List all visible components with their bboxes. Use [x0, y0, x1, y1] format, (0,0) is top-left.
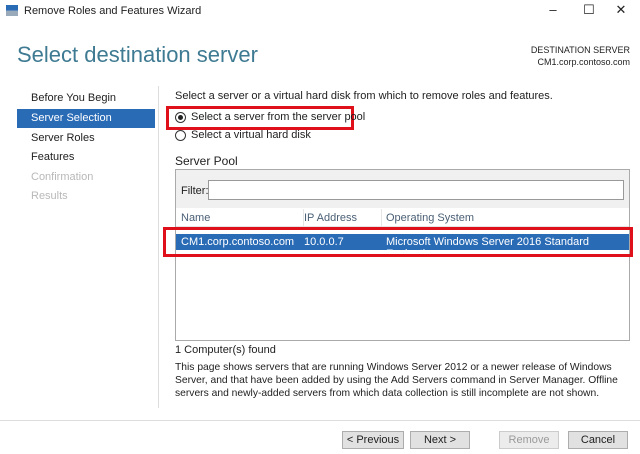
- previous-button[interactable]: < Previous: [342, 431, 404, 449]
- next-button[interactable]: Next >: [410, 431, 470, 449]
- remove-button: Remove: [499, 431, 559, 449]
- nav-confirmation: Confirmation: [31, 171, 94, 183]
- wizard-icon: [6, 5, 18, 16]
- title-bar: Remove Roles and Features Wizard – ☐ ✕: [0, 0, 640, 22]
- intro-text: Select a server or a virtual hard disk f…: [175, 90, 553, 102]
- destination-value: CM1.corp.contoso.com: [537, 57, 630, 67]
- divider: [158, 86, 159, 408]
- col-os[interactable]: Operating System: [386, 212, 474, 224]
- table-header: Name IP Address Operating System: [176, 209, 629, 227]
- filter-input[interactable]: [208, 180, 624, 200]
- computer-count: 1 Computer(s) found: [175, 344, 276, 356]
- maximize-button[interactable]: ☐: [574, 2, 604, 20]
- radio-label: Select a server from the server pool: [191, 111, 366, 123]
- radio-selected-icon: [175, 111, 186, 123]
- nav-server-roles[interactable]: Server Roles: [17, 129, 155, 148]
- col-name[interactable]: Name: [181, 212, 210, 224]
- server-pool-title: Server Pool: [175, 154, 238, 168]
- col-ip[interactable]: IP Address: [304, 212, 357, 224]
- radio-server-pool[interactable]: Select a server from the server pool: [175, 111, 365, 123]
- nav-before-you-begin[interactable]: Before You Begin: [17, 89, 155, 108]
- nav-server-selection[interactable]: Server Selection: [17, 109, 155, 128]
- page-title: Select destination server: [17, 42, 258, 67]
- destination-label: DESTINATION SERVER: [530, 45, 630, 55]
- destination-server: DESTINATION SERVER CM1.corp.contoso.com: [531, 44, 630, 68]
- minimize-button[interactable]: –: [538, 2, 568, 20]
- nav-features[interactable]: Features: [17, 148, 155, 167]
- footer-divider: [0, 420, 640, 421]
- window-title: Remove Roles and Features Wizard: [24, 5, 202, 17]
- radio-icon: [175, 129, 186, 141]
- highlight-box: [163, 227, 633, 257]
- radio-label: Select a virtual hard disk: [191, 129, 311, 141]
- close-button[interactable]: ✕: [606, 2, 636, 20]
- nav-results: Results: [31, 190, 68, 202]
- cancel-button[interactable]: Cancel: [568, 431, 628, 449]
- filter-label: Filter:: [181, 185, 209, 197]
- radio-vhd[interactable]: Select a virtual hard disk: [175, 129, 311, 141]
- info-note: This page shows servers that are running…: [175, 362, 618, 399]
